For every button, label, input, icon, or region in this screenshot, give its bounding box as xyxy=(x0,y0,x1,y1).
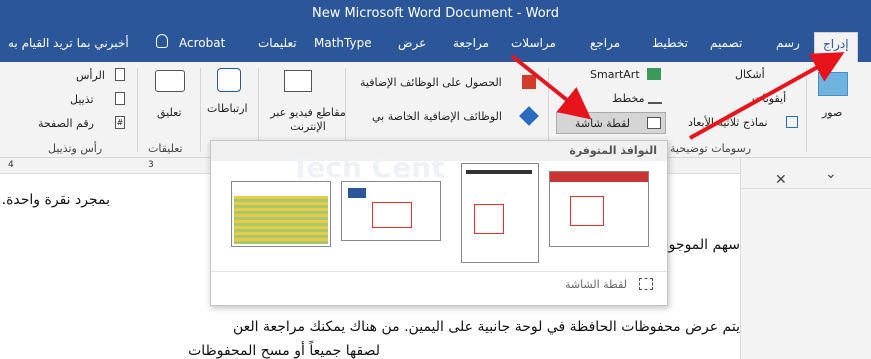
arrow-to-screenshot xyxy=(510,54,592,120)
annotation-arrows xyxy=(510,52,845,140)
arrow-to-insert-tab xyxy=(689,52,845,140)
